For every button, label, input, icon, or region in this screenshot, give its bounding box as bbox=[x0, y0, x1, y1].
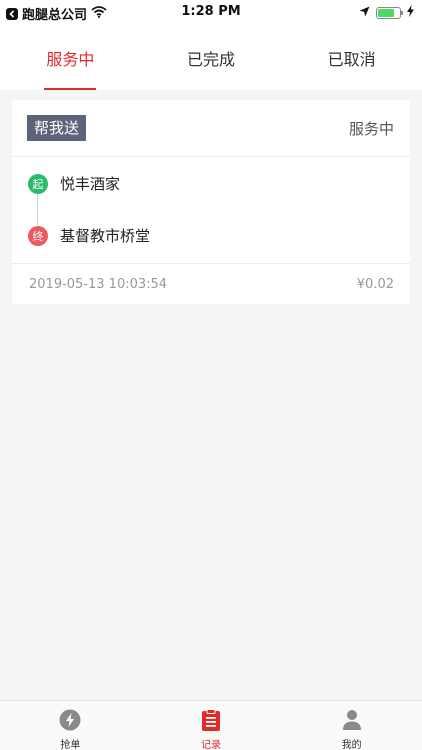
status-bar: 跑腿总公司 1:28 PM bbox=[0, 0, 422, 26]
status-right bbox=[359, 5, 414, 21]
route-start: 起 悦丰酒家 bbox=[28, 173, 120, 194]
start-address: 悦丰酒家 bbox=[60, 175, 121, 193]
order-status-label: 服务中 bbox=[348, 119, 394, 138]
bottom-tab-bar: 抢单 记录 我的 bbox=[0, 700, 422, 750]
order-status-tabs: 服务中 已完成 已取消 bbox=[0, 26, 422, 90]
order-datetime: 2019-05-13 10:03:54 bbox=[29, 276, 168, 292]
route-connector-line bbox=[37, 194, 38, 225]
app-screen: 跑腿总公司 1:28 PM 服务中 已完成 已取消 帮我送 服务中 起 悦丰酒家… bbox=[0, 0, 422, 750]
location-arrow-icon bbox=[359, 6, 370, 21]
battery-icon bbox=[376, 7, 403, 19]
tabbar-item-grab-order[interactable]: 抢单 bbox=[0, 701, 141, 750]
order-card[interactable]: 帮我送 服务中 起 悦丰酒家 终 基督教市桥堂 2019-05-13 10:03… bbox=[12, 100, 410, 304]
tabbar-label: 我的 bbox=[341, 740, 362, 750]
end-address: 基督教市桥堂 bbox=[60, 227, 151, 245]
tabbar-item-records[interactable]: 记录 bbox=[141, 701, 282, 750]
order-price: ¥0.02 bbox=[356, 276, 394, 292]
route-end: 终 基督教市桥堂 bbox=[28, 225, 150, 246]
order-card-header: 帮我送 服务中 bbox=[12, 100, 410, 157]
tabbar-label: 记录 bbox=[201, 740, 221, 750]
order-route: 起 悦丰酒家 终 基督教市桥堂 bbox=[12, 157, 410, 264]
person-icon bbox=[340, 709, 364, 731]
battery-level bbox=[378, 9, 395, 17]
order-card-footer: 2019-05-13 10:03:54 ¥0.02 bbox=[12, 264, 410, 304]
end-marker-icon: 终 bbox=[28, 225, 48, 246]
lightning-icon bbox=[58, 709, 82, 731]
order-type-badge: 帮我送 bbox=[27, 115, 87, 141]
tabbar-item-mine[interactable]: 我的 bbox=[281, 701, 422, 750]
tab-in-service[interactable]: 服务中 bbox=[0, 26, 141, 90]
tab-cancelled[interactable]: 已取消 bbox=[281, 26, 422, 90]
charging-bolt-icon bbox=[407, 5, 414, 21]
start-marker-icon: 起 bbox=[28, 173, 48, 194]
tabbar-label: 抢单 bbox=[60, 740, 81, 750]
clipboard-list-icon bbox=[199, 709, 223, 731]
tab-completed[interactable]: 已完成 bbox=[141, 26, 282, 90]
